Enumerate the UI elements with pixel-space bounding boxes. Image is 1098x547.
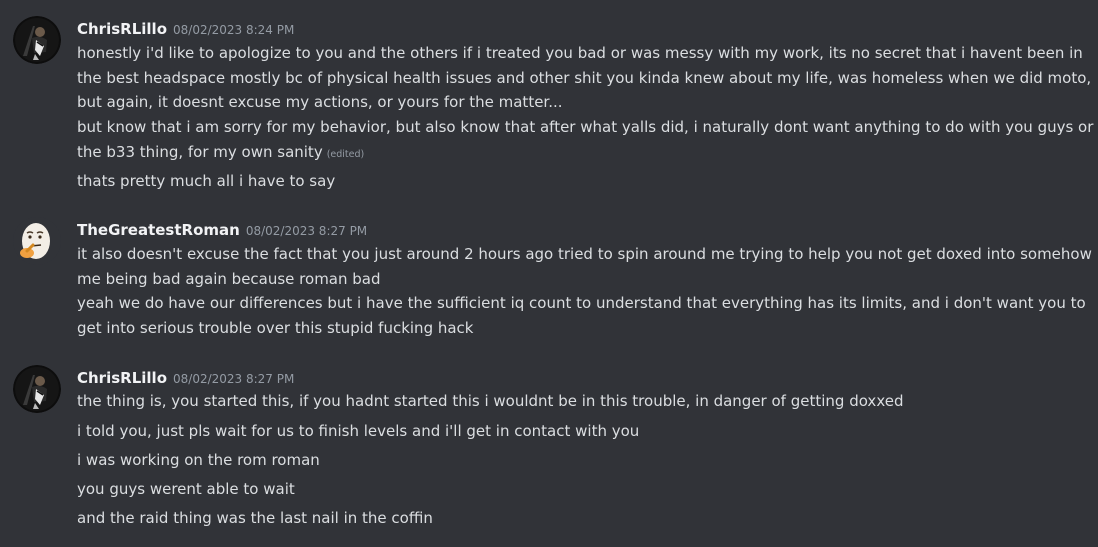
message-text: it also doesn't excuse the fact that you… (77, 245, 1092, 288)
message-header: ChrisRLillo 08/02/2023 8:24 PM (77, 19, 294, 38)
guitarist-avatar-icon[interactable] (13, 365, 61, 413)
chat-message-list: ChrisRLillo 08/02/2023 8:24 PM honestly i… (0, 0, 1098, 547)
username[interactable]: ChrisRLillo (77, 20, 167, 38)
message-text-content: but know that i am sorry for my behavior… (77, 118, 1094, 161)
message-header: ChrisRLillo 08/02/2023 8:27 PM (77, 368, 294, 387)
timestamp[interactable]: 08/02/2023 8:24 PM (173, 23, 294, 37)
message-text: thats pretty much all i have to say (77, 172, 336, 190)
message-text: and the raid thing was the last nail in … (77, 509, 433, 527)
message-text: yeah we do have our differences but i ha… (77, 294, 1086, 337)
message-text: you guys werent able to wait (77, 480, 295, 498)
message-text: honestly i'd like to apologize to you an… (77, 44, 1092, 111)
message-text: i was working on the rom roman (77, 451, 320, 469)
guitarist-avatar-icon[interactable] (13, 16, 61, 64)
username[interactable]: ChrisRLillo (77, 369, 167, 387)
message-text: i told you, just pls wait for us to fini… (77, 422, 640, 440)
timestamp[interactable]: 08/02/2023 8:27 PM (173, 372, 294, 386)
message-text: the thing is, you started this, if you h… (77, 392, 904, 410)
message-text: but know that i am sorry for my behavior… (77, 115, 1095, 167)
thinking-egg-avatar-icon[interactable] (13, 217, 61, 265)
edited-label: (edited) (326, 148, 365, 160)
timestamp[interactable]: 08/02/2023 8:27 PM (246, 224, 367, 238)
username[interactable]: TheGreatestRoman (77, 221, 240, 239)
message-header: TheGreatestRoman 08/02/2023 8:27 PM (77, 220, 367, 239)
